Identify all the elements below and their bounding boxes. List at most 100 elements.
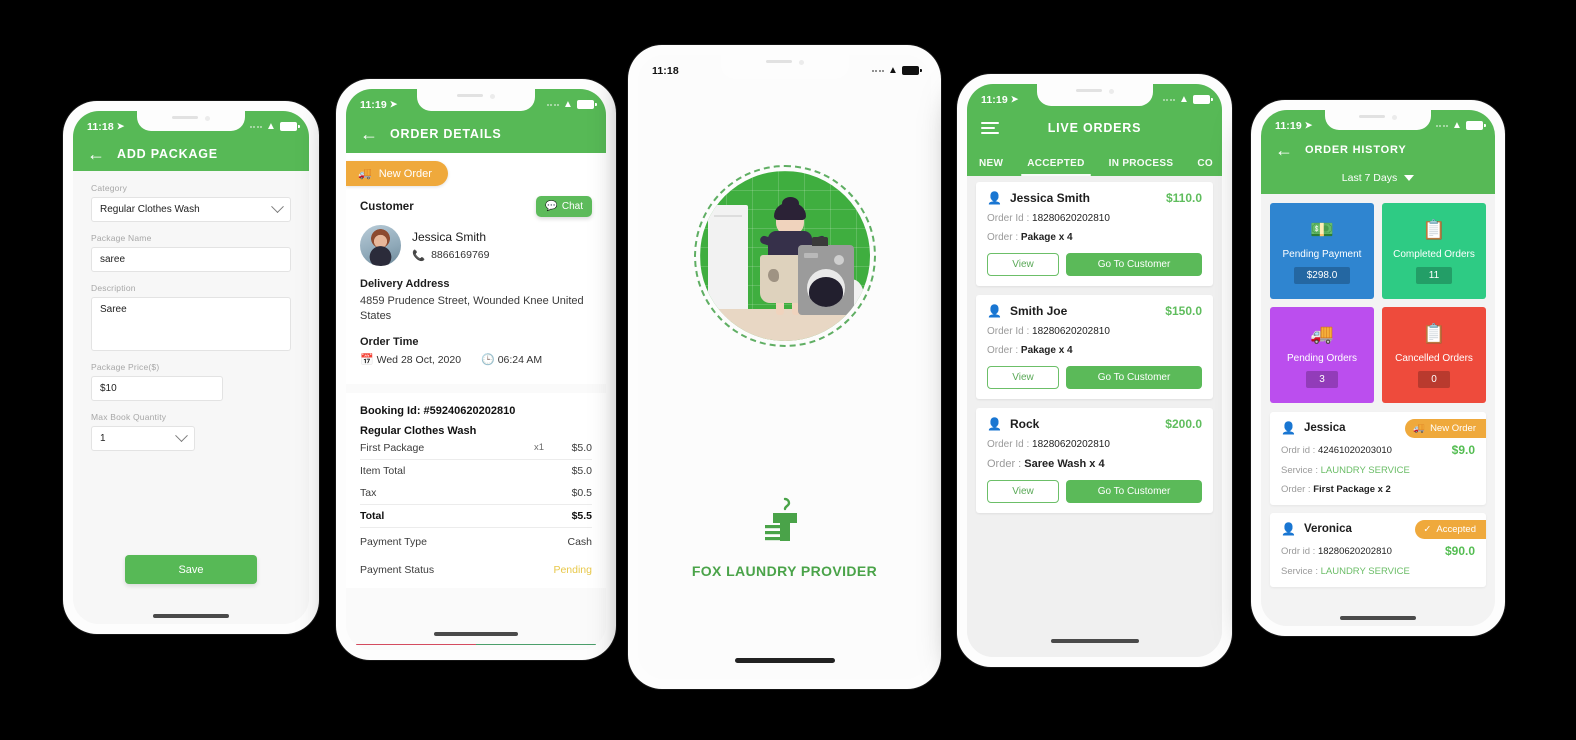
status-badge: ✓ Accepted	[1415, 520, 1486, 539]
view-button[interactable]: View	[987, 480, 1059, 503]
screen-add-package: 11:18 ➤ ▲ ← ADD PACKAGE Category Regular…	[73, 111, 309, 624]
order-id-value: 18280620202810	[1032, 213, 1110, 224]
go-to-customer-button[interactable]: Go To Customer	[1066, 480, 1202, 503]
package-name-value: saree	[100, 254, 126, 265]
tab-in-process[interactable]: IN PROCESS	[1097, 158, 1186, 176]
wifi-icon: ▲	[563, 99, 573, 110]
order-id-label: Ordr id :	[1281, 545, 1316, 557]
go-to-customer-button[interactable]: Go To Customer	[1066, 253, 1202, 276]
order-status-tabs: NEW ACCEPTED IN PROCESS CO	[967, 146, 1222, 176]
status-badge-label: New Order	[378, 167, 432, 180]
home-indicator	[434, 632, 518, 636]
tax-value: $0.5	[571, 486, 592, 499]
package-price-input[interactable]: $10	[91, 376, 223, 401]
tile-cancelled-orders[interactable]: 📋 Cancelled Orders 0	[1382, 307, 1486, 403]
speaker-grille	[457, 94, 483, 97]
max-book-quantity-select[interactable]: 1	[91, 426, 195, 451]
payment-type-value: Cash	[567, 535, 592, 548]
customer-heading: Customer	[360, 200, 414, 213]
check-circle-icon: ✓	[1423, 524, 1432, 535]
user-icon: 👤	[987, 304, 1002, 318]
laundry-hanger-shirt-icon	[764, 497, 797, 541]
order-id-label: Order Id :	[987, 326, 1030, 337]
view-button[interactable]: View	[987, 253, 1059, 276]
billing-card: Booking Id: #59240620202810 Regular Clot…	[346, 392, 606, 588]
customer-phone-row[interactable]: 📞 8866169769	[412, 249, 489, 262]
money-wallet-icon: 💵	[1310, 220, 1334, 241]
screen-splash: 11:18 ▲ FOX LAUNDRY PROVIDER	[638, 55, 931, 679]
phone-icon: 📞	[412, 249, 426, 262]
history-customer-name: Veronica	[1303, 523, 1352, 535]
washing-machine	[797, 237, 854, 315]
notch	[137, 111, 245, 131]
order-card[interactable]: 👤 Rock $200.0 Order Id : 18280620202810 …	[976, 408, 1213, 513]
page-title: LIVE ORDERS	[1047, 121, 1142, 135]
app-name: FOX LAUNDRY PROVIDER	[691, 563, 878, 579]
tile-label: Pending Orders	[1286, 353, 1358, 364]
phone-add-package: 11:18 ➤ ▲ ← ADD PACKAGE Category Regular…	[63, 101, 319, 634]
woman-holding-stained-cloth-washing-machine-illustration	[699, 171, 870, 341]
tile-pending-orders[interactable]: 🚚 Pending Orders 3	[1270, 307, 1374, 403]
service-value: LAUNDRY SERVICE	[1320, 465, 1410, 476]
chat-button-label: Chat	[561, 201, 583, 212]
booking-id: Booking Id: #59240620202810	[360, 404, 516, 417]
order-id-value: 18280620202810	[1032, 439, 1110, 450]
view-button[interactable]: View	[987, 366, 1059, 389]
phone-order-details: 11:19 ➤ ▲ ← ORDER DETAILS 🚚 New Order Cu…	[336, 79, 616, 660]
speaker-grille	[172, 116, 198, 119]
tab-completed[interactable]: CO	[1185, 158, 1222, 176]
avatar	[360, 225, 401, 266]
order-customer-name: Rock	[1009, 417, 1040, 431]
brand-lockup: FOX LAUNDRY PROVIDER	[638, 495, 931, 579]
history-card[interactable]: 🚚 New Order 👤 Jessica Ordr id : 42461020…	[1270, 412, 1486, 505]
tile-pending-payment[interactable]: 💵 Pending Payment $298.0	[1270, 203, 1374, 299]
save-button[interactable]: Save	[125, 555, 257, 584]
front-camera	[490, 94, 495, 99]
back-arrow-icon[interactable]: ←	[87, 145, 105, 163]
app-bar: ← ADD PACKAGE	[73, 137, 309, 171]
go-to-customer-button[interactable]: Go To Customer	[1066, 366, 1202, 389]
order-card[interactable]: 👤 Jessica Smith $110.0 Order Id : 182806…	[976, 182, 1213, 286]
date-range-filter[interactable]: Last 7 Days	[1261, 164, 1495, 194]
order-amount: $150.0	[1165, 304, 1202, 318]
category-value: Regular Clothes Wash	[100, 204, 200, 215]
screenshot-canvas: 11:18 ➤ ▲ ← ADD PACKAGE Category Regular…	[0, 0, 1576, 740]
phone-splash: 11:18 ▲ FOX LAUNDRY PROVIDER	[628, 45, 941, 689]
order-history-body: 💵 Pending Payment $298.0 📋 Completed Ord…	[1261, 194, 1495, 626]
service-category: Regular Clothes Wash	[360, 424, 477, 437]
order-card[interactable]: 👤 Smith Joe $150.0 Order Id : 1828062020…	[976, 295, 1213, 399]
status-badge-label: New Order	[1430, 423, 1476, 434]
order-id-value: 18280620202810	[1032, 326, 1110, 337]
speaker-grille	[765, 60, 792, 63]
wifi-icon: ▲	[888, 65, 898, 76]
tab-accepted[interactable]: ACCEPTED	[1015, 158, 1096, 176]
chat-button[interactable]: 💬 Chat	[536, 196, 592, 217]
order-label: Order :	[987, 232, 1019, 243]
tile-completed-orders[interactable]: 📋 Completed Orders 11	[1382, 203, 1486, 299]
tile-value: 0	[1418, 371, 1450, 388]
package-price-value: $10	[100, 383, 117, 394]
new-order-icon: 🚚	[358, 168, 372, 180]
status-badge: 🚚 New Order	[346, 161, 448, 186]
date-range-label: Last 7 Days	[1341, 172, 1398, 184]
location-arrow-icon: ➤	[1010, 94, 1019, 104]
back-arrow-icon[interactable]: ←	[360, 125, 378, 143]
status-badge: 🚚 New Order	[1405, 419, 1486, 438]
description-textarea[interactable]: Saree	[91, 297, 291, 351]
item-value: $5.0	[571, 441, 592, 454]
grand-total-label: Total	[360, 509, 385, 522]
history-card[interactable]: ✓ Accepted 👤 Veronica Ordr id : 18280620…	[1270, 513, 1486, 587]
splash-body: FOX LAUNDRY PROVIDER	[638, 55, 931, 679]
field-label-description: Description	[91, 283, 136, 293]
package-name-input[interactable]: saree	[91, 247, 291, 272]
history-amount: $90.0	[1444, 544, 1475, 558]
category-select[interactable]: Regular Clothes Wash	[91, 197, 291, 222]
order-label: Order :	[987, 458, 1022, 470]
battery-icon	[1193, 95, 1213, 104]
back-arrow-icon[interactable]: ←	[1275, 141, 1293, 159]
tab-new[interactable]: NEW	[967, 158, 1015, 176]
customer-name: Jessica Smith	[412, 229, 487, 244]
calendar-icon: 📅	[360, 353, 374, 366]
hamburger-menu-icon[interactable]	[981, 122, 999, 134]
screen-order-details: 11:19 ➤ ▲ ← ORDER DETAILS 🚚 New Order Cu…	[346, 89, 606, 650]
